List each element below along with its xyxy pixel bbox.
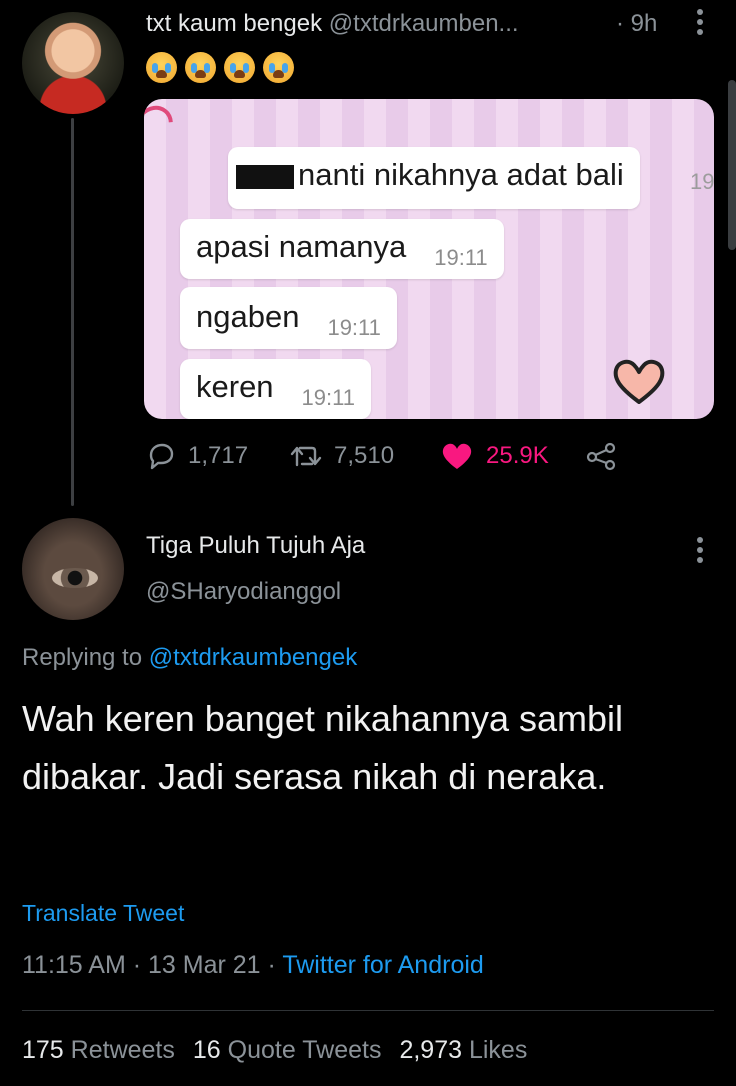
scrollbar[interactable] [728,80,736,250]
like-button[interactable]: 25.9K [440,441,549,471]
chat-message: keren [196,369,274,404]
loudly-crying-face-emoji [224,52,255,83]
translate-tweet-link[interactable]: Translate Tweet [22,900,184,927]
author-name[interactable]: txt kaum bengek [146,10,322,37]
retweets-count: 175 [22,1036,64,1064]
heart-icon [442,443,472,469]
loudly-crying-face-emoji [146,52,177,83]
retweets-label: Retweets [63,1036,175,1064]
like-count: 25.9K [486,442,549,469]
reply-author-avatar[interactable] [22,518,124,620]
reply-text: Wah keren banget nikahannya sambil dibak… [22,698,624,797]
tweet-header: txt kaum bengek @txtdrkaumben... · 9h [146,10,657,38]
loudly-crying-face-emoji [263,52,294,83]
reply-button[interactable]: 1,717 [146,441,248,471]
chat-time: 19:11 [434,245,488,270]
quote-tweets-label: Quote Tweets [220,1036,382,1064]
redacted-block [236,165,294,189]
retweets-count-link[interactable]: 175 Retweets [22,1036,175,1064]
divider [22,1010,714,1011]
replying-to: Replying to @txtdrkaumbengek [22,644,357,672]
likes-count: 2,973 [399,1036,463,1064]
chat-message: nanti nikahnya adat bali [298,157,624,192]
loudly-crying-face-emoji [185,52,216,83]
tweet-source-link[interactable]: Twitter for Android [282,951,483,979]
author-avatar[interactable] [22,12,124,114]
quote-tweets-count-link[interactable]: 16 Quote Tweets [193,1036,382,1064]
retweet-button[interactable]: 7,510 [290,441,394,471]
chat-time: 19:11 [301,385,355,410]
tweet-timestamp: 11:15 AM · 13 Mar 21 · Twitter for Andro… [22,951,484,980]
replying-to-label: Replying to [22,644,149,671]
tweet-text [146,52,294,83]
reply-icon [149,443,174,470]
tweet-time[interactable]: · 9h [616,10,657,38]
chat-bubble: nanti nikahnya adat bali [228,147,640,209]
chat-bubble: keren 19:11 [180,359,371,419]
chat-time: 19 [690,169,714,194]
chat-bubble: ngaben 19:11 [180,287,397,349]
tweet-actions: 1,717 7,510 25.9K [146,441,626,475]
replying-to-handle-link[interactable]: @txtdrkaumbengek [149,644,357,671]
share-icon [586,442,616,471]
timestamp-text[interactable]: 11:15 AM · 13 Mar 21 · [22,951,282,979]
sticker-fragment [144,99,181,152]
share-button[interactable] [586,441,616,471]
heart-sticker-icon [613,359,665,404]
more-vertical-icon[interactable] [696,8,704,38]
reply-author-handle[interactable]: @SHaryodianggol [146,578,341,606]
avatar-eye [52,568,98,588]
quote-tweets-count: 16 [192,1036,221,1064]
chat-bubble: apasi namanya 19:11 [180,219,504,279]
retweet-count: 7,510 [334,442,395,469]
chat-message: ngaben [196,299,300,334]
engagement-counts: 175 Retweets 16 Quote Tweets 2,973 Likes [22,1036,527,1065]
author-handle[interactable]: @txtdrkaumben... [329,10,519,37]
reply-count: 1,717 [188,442,249,469]
thread-connector [71,118,74,506]
reply-author-name[interactable]: Tiga Puluh Tujuh Aja [146,532,365,560]
chat-time: 19:11 [327,315,381,340]
likes-count-link[interactable]: 2,973 Likes [399,1036,527,1064]
likes-label: Likes [462,1036,528,1064]
tweet-media-image[interactable]: nanti nikahnya adat bali 19 apasi namany… [144,99,714,419]
chat-message: apasi namanya [196,229,407,264]
retweet-icon [290,446,322,467]
more-vertical-icon[interactable] [696,536,704,566]
